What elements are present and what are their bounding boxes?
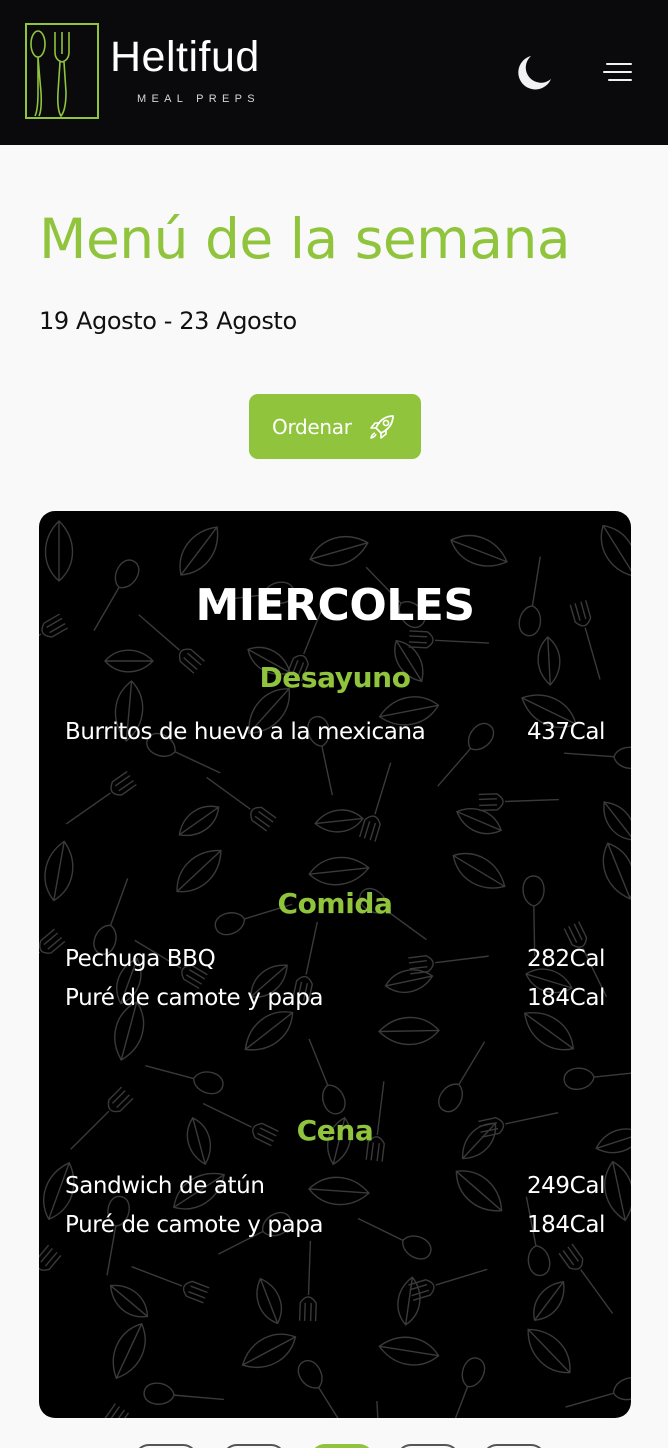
meal-item-name: Pechuga BBQ xyxy=(65,946,216,972)
fork-spoon-logo-icon[interactable] xyxy=(24,22,104,120)
brand-tagline: MEAL PREPS xyxy=(137,93,260,105)
meal-item-calories: 437Cal xyxy=(526,719,605,745)
meal-item-calories: 282Cal xyxy=(526,946,605,972)
day-menu-card: MIERCOLES Desayuno Burritos de huevo a l… xyxy=(39,511,631,1418)
rocket-icon xyxy=(370,415,394,439)
section-title-desayuno: Desayuno xyxy=(259,661,411,694)
day-selector-dot-active[interactable] xyxy=(310,1444,374,1448)
top-nav-bar: Heltifud MEAL PREPS xyxy=(0,0,668,145)
day-selector-dot[interactable] xyxy=(396,1444,460,1448)
hamburger-menu-icon[interactable] xyxy=(603,60,633,84)
day-selector-dot[interactable] xyxy=(222,1444,286,1448)
order-button-label: Ordenar xyxy=(272,414,352,439)
day-selector-dot[interactable] xyxy=(482,1444,546,1448)
section-title-cena: Cena xyxy=(296,1114,374,1147)
meal-item-calories: 249Cal xyxy=(526,1173,605,1199)
meal-item-name: Puré de camote y papa xyxy=(65,1212,324,1238)
meal-item-name: Sandwich de atún xyxy=(65,1173,265,1199)
page-title: Menú de la semana xyxy=(39,207,571,271)
moon-icon[interactable] xyxy=(511,52,553,92)
day-selector-dot[interactable] xyxy=(134,1444,198,1448)
meal-item-name: Puré de camote y papa xyxy=(65,985,324,1011)
meal-item-calories: 184Cal xyxy=(526,985,605,1011)
brand-name[interactable]: Heltifud xyxy=(110,32,260,82)
week-date-range: 19 Agosto - 23 Agosto xyxy=(39,307,297,335)
day-title: MIERCOLES xyxy=(195,580,475,631)
meal-item-calories: 184Cal xyxy=(526,1212,605,1238)
section-title-comida: Comida xyxy=(277,887,393,920)
meal-item-name: Burritos de huevo a la mexicana xyxy=(65,719,426,745)
